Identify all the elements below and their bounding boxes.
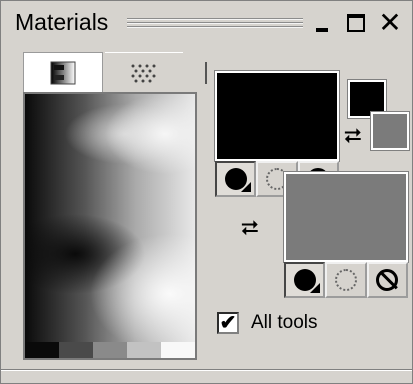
pattern-icon [131, 64, 156, 82]
checkmark-icon: ✔ [219, 312, 237, 334]
foreground-solid-button[interactable] [215, 161, 257, 197]
dropdown-corner-icon [241, 182, 252, 192]
bottom-divider [1, 369, 412, 371]
maximize-icon [347, 14, 365, 32]
background-style-buttons [284, 262, 408, 298]
all-tools-label: All tools [251, 312, 318, 333]
swap-materials-icon[interactable]: ⮂ [241, 217, 259, 239]
title-bar[interactable]: Materials ✕ [1, 1, 412, 45]
close-icon: ✕ [378, 7, 402, 38]
tab-separator [205, 62, 207, 84]
background-none-button[interactable] [366, 262, 408, 298]
gradient-swatch[interactable] [161, 342, 195, 358]
gradient-preview[interactable] [23, 92, 197, 360]
close-button[interactable]: ✕ [377, 7, 403, 38]
gradient-swatch[interactable] [59, 342, 93, 358]
dropdown-corner-icon [310, 283, 321, 293]
background-gradient-button[interactable] [325, 262, 367, 298]
background-solid-button[interactable] [284, 262, 326, 298]
drag-grip[interactable] [127, 18, 303, 29]
all-tools-checkbox[interactable]: ✔ [217, 312, 239, 334]
window-title: Materials [15, 9, 109, 35]
gradient-icon [50, 61, 76, 84]
minimize-icon [316, 28, 328, 32]
gradient-swatch[interactable] [25, 342, 59, 358]
tab-strip [23, 52, 207, 92]
no-icon [376, 269, 399, 291]
speckle-icon [334, 269, 357, 291]
gradient-swatch[interactable] [93, 342, 127, 358]
background-color-swatch[interactable] [283, 171, 409, 263]
mini-background-swatch[interactable] [370, 111, 410, 151]
maximize-button[interactable] [343, 10, 369, 36]
all-tools-checkbox-row[interactable]: ✔ All tools [217, 312, 318, 334]
gradient-swatch[interactable] [127, 342, 161, 358]
materials-palette: Materials ✕ ⮂ ⮂ ✔ All tools [0, 0, 413, 384]
swap-colors-icon[interactable]: ⮂ [344, 125, 362, 147]
minimize-button[interactable] [309, 10, 335, 36]
tab-gradient[interactable] [23, 52, 103, 92]
foreground-color-swatch[interactable] [214, 70, 340, 162]
tab-pattern[interactable] [105, 52, 183, 92]
gradient-swatch-strip [25, 342, 195, 358]
